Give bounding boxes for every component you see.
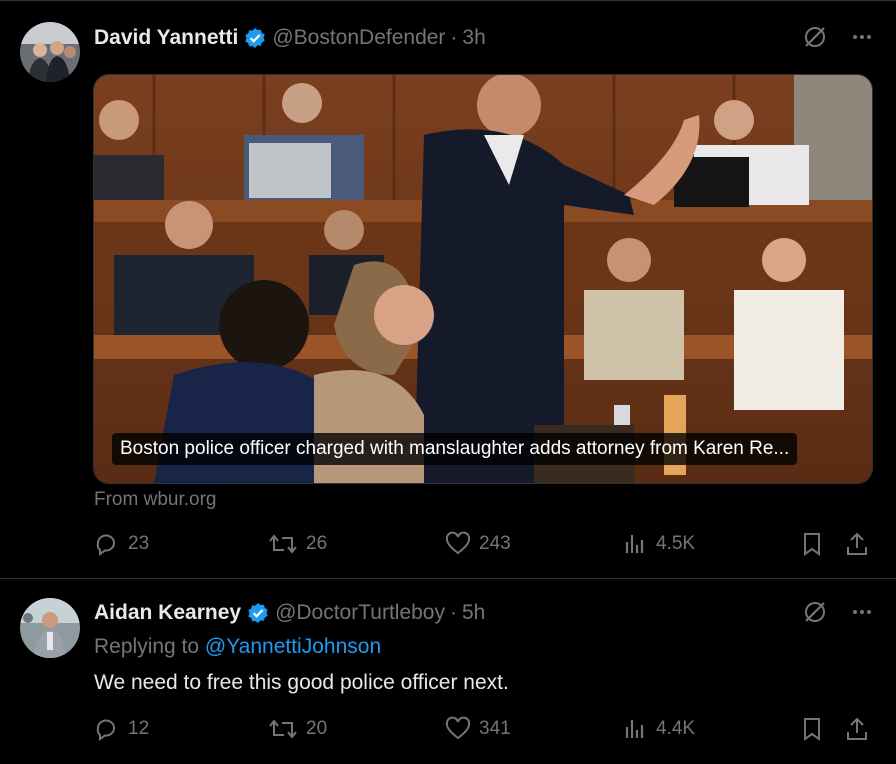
views-chart-icon (625, 720, 644, 738)
post-header: Aidan Kearney @DoctorTurtleboy · 5h (94, 598, 485, 628)
like-count: 341 (479, 718, 511, 739)
reply-count: 23 (128, 533, 150, 554)
repost-icon (269, 719, 297, 739)
separator-dot: · (450, 601, 457, 624)
post-actions: 12 20 341 4.4K (94, 716, 876, 746)
post-divider (0, 578, 896, 579)
separator-dot: · (450, 26, 458, 49)
share-button[interactable] (844, 716, 870, 742)
like-count: 243 (479, 533, 511, 554)
repost-icon (269, 534, 297, 554)
reply-icon (96, 534, 115, 556)
author-name[interactable]: Aidan Kearney (94, 601, 241, 625)
more-options-icon[interactable] (850, 25, 874, 49)
share-icon (847, 532, 867, 555)
repost-count: 20 (306, 718, 328, 739)
views-count: 4.4K (656, 718, 696, 739)
bookmark-icon (804, 533, 820, 556)
bookmark-icon (804, 718, 820, 741)
verified-badge-icon (244, 27, 266, 49)
heart-icon (445, 531, 471, 555)
share-icon (847, 717, 867, 740)
bookmark-button[interactable] (800, 531, 824, 557)
link-card-title[interactable]: Boston police officer charged with mansl… (112, 433, 798, 465)
author-handle[interactable]: @BostonDefender (272, 26, 445, 50)
post-time[interactable]: 5h (462, 601, 485, 625)
replying-to: Replying to @YannettiJohnson (94, 635, 381, 659)
share-button[interactable] (844, 531, 870, 557)
reply-count: 12 (128, 718, 150, 739)
reply-button[interactable]: 12 (94, 716, 149, 742)
avatar[interactable] (20, 598, 80, 658)
grok-icon[interactable] (802, 24, 828, 50)
views-count: 4.5K (656, 533, 696, 554)
avatar[interactable] (20, 22, 80, 82)
author-handle[interactable]: @DoctorTurtleboy (275, 601, 445, 625)
post-top-actions (802, 599, 874, 625)
repost-button[interactable]: 20 (268, 716, 327, 742)
link-card-image[interactable]: Boston police officer charged with mansl… (93, 74, 873, 484)
bookmark-button[interactable] (800, 716, 824, 742)
post-actions: 23 26 243 4.5K (94, 531, 876, 561)
replying-to-label: Replying to (94, 635, 200, 658)
mention-link[interactable]: @YannettiJohnson (205, 635, 381, 658)
more-options-icon[interactable] (850, 600, 874, 624)
views-chart-icon (625, 535, 644, 553)
top-divider (0, 0, 896, 1)
views-button[interactable]: 4.5K (622, 531, 695, 557)
post-text: We need to free this good police officer… (94, 671, 509, 694)
link-source[interactable]: From wbur.org (94, 489, 216, 511)
repost-count: 26 (306, 533, 328, 554)
heart-icon (445, 716, 471, 740)
author-name[interactable]: David Yannetti (94, 26, 238, 50)
grok-icon[interactable] (802, 599, 828, 625)
like-button[interactable]: 341 (445, 716, 511, 742)
post-time[interactable]: 3h (462, 26, 485, 50)
reply-icon (96, 719, 115, 741)
verified-badge-icon (247, 602, 269, 624)
repost-button[interactable]: 26 (268, 531, 327, 557)
like-button[interactable]: 243 (445, 531, 511, 557)
post-header: David Yannetti @BostonDefender · 3h (94, 23, 486, 53)
views-button[interactable]: 4.4K (622, 716, 695, 742)
reply-button[interactable]: 23 (94, 531, 149, 557)
post-top-actions (802, 24, 874, 50)
